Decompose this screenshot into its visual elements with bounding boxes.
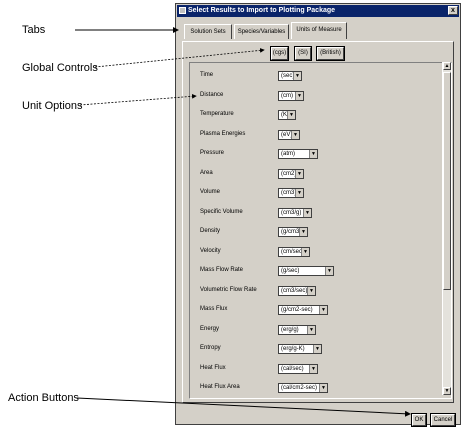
unit-label: Pressure bbox=[200, 150, 225, 156]
cancel-button[interactable]: Cancel bbox=[430, 413, 456, 427]
unit-select-value: (atm) bbox=[281, 151, 295, 157]
callout-action-buttons: Action Buttons bbox=[8, 392, 79, 404]
unit-label: Volume bbox=[200, 189, 221, 195]
chevron-down-icon[interactable]: ▼ bbox=[301, 247, 309, 256]
unit-select-value: (cm) bbox=[281, 92, 293, 99]
unit-label: Plasma Energies bbox=[200, 130, 246, 137]
unit-label: Entropy bbox=[200, 345, 221, 351]
chevron-down-icon[interactable]: ▼ bbox=[319, 384, 327, 392]
unit-list-scrollbar[interactable]: ▲ ▼ bbox=[442, 62, 451, 395]
unit-label: Area bbox=[200, 169, 213, 176]
unit-select[interactable]: (sec) ▼ bbox=[278, 71, 302, 81]
unit-select-value: (cal/cm2-sec) bbox=[281, 385, 318, 391]
unit-select-value: (g/sec) bbox=[281, 268, 300, 274]
unit-select[interactable]: (erg/g) ▼ bbox=[278, 324, 316, 335]
unit-select-value: (erg/g) bbox=[281, 326, 299, 333]
chevron-down-icon[interactable]: ▼ bbox=[295, 91, 303, 100]
unit-select-value: (erg/g-K) bbox=[281, 346, 305, 352]
unit-select[interactable]: (cm2) ▼ bbox=[278, 168, 304, 179]
chevron-down-icon[interactable]: ▼ bbox=[293, 72, 301, 80]
unit-select[interactable]: (eV) ▼ bbox=[278, 129, 300, 140]
chevron-down-icon[interactable]: ▼ bbox=[309, 150, 317, 158]
callout-tabs: Tabs bbox=[22, 24, 46, 36]
unit-select[interactable]: (cal/sec) ▼ bbox=[278, 363, 318, 374]
chevron-down-icon[interactable]: ▼ bbox=[287, 111, 295, 119]
callout-unit-options: Unit Options bbox=[22, 100, 83, 112]
unit-select[interactable]: (g/sec) ▼ bbox=[278, 266, 334, 276]
si-button[interactable]: (SI) bbox=[294, 46, 312, 61]
unit-label: Volumetric Flow Rate bbox=[200, 286, 257, 293]
unit-label: Heat Flux Area bbox=[200, 384, 240, 390]
unit-label: Mass Flux bbox=[200, 306, 228, 312]
unit-select-value: (g/cm2-sec) bbox=[281, 307, 313, 313]
unit-label: Velocity bbox=[200, 247, 221, 254]
chevron-down-icon[interactable]: ▼ bbox=[307, 286, 315, 295]
unit-select[interactable]: (cm/sec) ▼ bbox=[278, 246, 310, 257]
unit-label: Time bbox=[200, 72, 214, 78]
unit-label: Distance bbox=[200, 91, 224, 98]
scroll-down-icon[interactable]: ▼ bbox=[443, 387, 451, 395]
chevron-down-icon[interactable]: ▼ bbox=[295, 169, 303, 178]
british-button[interactable]: (British) bbox=[316, 46, 345, 61]
unit-select[interactable]: (cm3/g) ▼ bbox=[278, 207, 312, 218]
unit-select[interactable]: (atm) ▼ bbox=[278, 149, 318, 159]
unit-select[interactable]: (g/cm2-sec) ▼ bbox=[278, 305, 328, 315]
scroll-up-icon[interactable]: ▲ bbox=[443, 62, 451, 70]
window-title: Select Results to Import to Plotting Pac… bbox=[188, 7, 336, 14]
unit-label: Specific Volume bbox=[200, 208, 243, 215]
tab-species-variables[interactable]: Species/Variables bbox=[234, 24, 289, 39]
tab-solution-sets[interactable]: Solution Sets bbox=[184, 24, 232, 39]
chevron-down-icon[interactable]: ▼ bbox=[319, 306, 327, 314]
chevron-down-icon[interactable]: ▼ bbox=[325, 267, 333, 275]
unit-select-value: (cm3/g) bbox=[281, 209, 302, 216]
unit-select[interactable]: (erg/g-K) ▼ bbox=[278, 344, 322, 354]
close-button[interactable]: x bbox=[448, 6, 458, 15]
unit-select-value: (cm3/sec) bbox=[281, 287, 308, 294]
unit-options-list: Time (sec) ▼ Distance (cm) ▼ Temperature (K) ▼ Pl… bbox=[189, 62, 452, 399]
scroll-thumb[interactable] bbox=[443, 72, 451, 290]
unit-select[interactable]: (cm3) ▼ bbox=[278, 188, 304, 198]
unit-label: Temperature bbox=[200, 111, 234, 117]
chevron-down-icon[interactable]: ▼ bbox=[291, 130, 299, 139]
app-icon bbox=[179, 7, 186, 14]
unit-label: Energy bbox=[200, 325, 220, 332]
unit-label: Density bbox=[200, 228, 221, 234]
tab-units-of-measure[interactable]: Units of Measure bbox=[291, 22, 347, 39]
unit-select[interactable]: (cm) ▼ bbox=[278, 90, 304, 101]
callout-global-controls: Global Controls bbox=[22, 62, 98, 74]
unit-select[interactable]: (cm3/sec) ▼ bbox=[278, 285, 316, 296]
cgs-button[interactable]: (cgs) bbox=[270, 46, 289, 61]
title-bar[interactable]: Select Results to Import to Plotting Pac… bbox=[177, 5, 459, 17]
unit-select[interactable]: (g/cm3) ▼ bbox=[278, 227, 308, 237]
chevron-down-icon[interactable]: ▼ bbox=[295, 189, 303, 197]
dialog-window: Select Results to Import to Plotting Pac… bbox=[175, 3, 461, 427]
ok-button[interactable]: OK bbox=[411, 413, 427, 427]
unit-label: Mass Flow Rate bbox=[200, 267, 244, 273]
chevron-down-icon[interactable]: ▼ bbox=[309, 364, 317, 373]
unit-select[interactable]: (cal/cm2-sec) ▼ bbox=[278, 383, 328, 393]
chevron-down-icon[interactable]: ▼ bbox=[303, 208, 311, 217]
unit-select-value: (cal/sec) bbox=[281, 365, 304, 372]
unit-label: Heat Flux bbox=[200, 364, 226, 371]
chevron-down-icon[interactable]: ▼ bbox=[307, 325, 315, 334]
chevron-down-icon[interactable]: ▼ bbox=[313, 345, 321, 353]
unit-select[interactable]: (K) ▼ bbox=[278, 110, 296, 120]
chevron-down-icon[interactable]: ▼ bbox=[299, 228, 307, 236]
